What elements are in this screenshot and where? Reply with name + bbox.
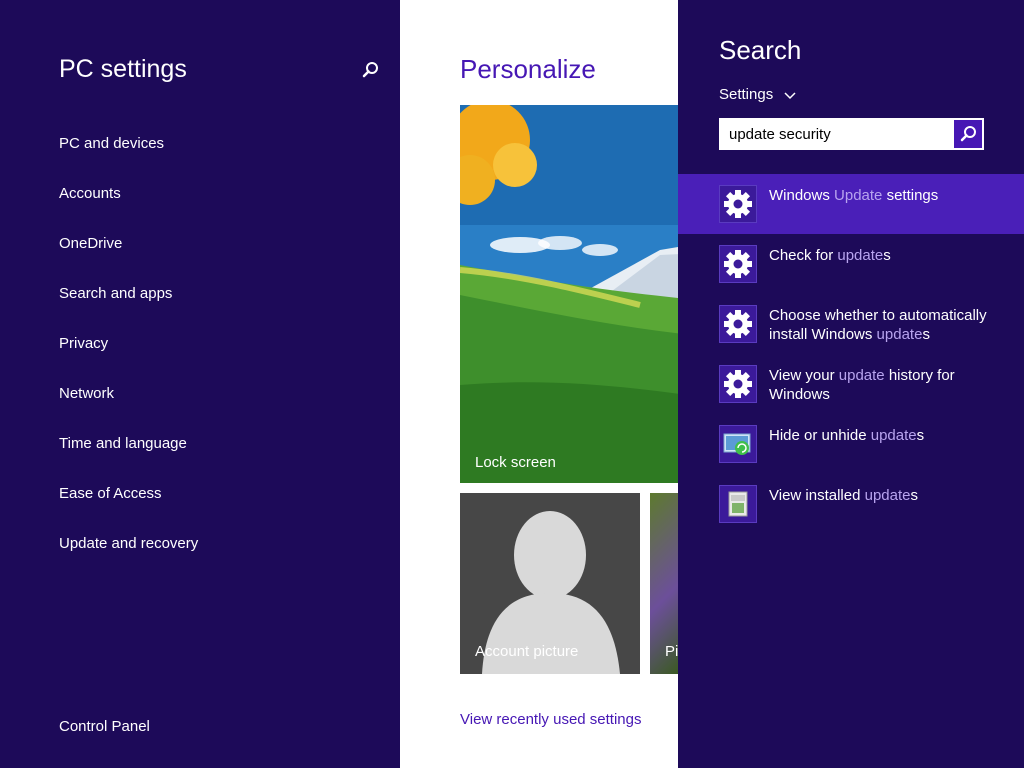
search-result-1[interactable]: Windows Update settings — [678, 174, 1024, 234]
nav-item-onedrive[interactable]: OneDrive — [59, 234, 198, 284]
personalize-page: Personalize Lock screen Account picture — [400, 0, 678, 768]
result-text-match: update — [837, 247, 884, 264]
gear-icon — [719, 185, 757, 223]
result-text-post: s — [883, 247, 891, 264]
search-result-4[interactable]: View your update history for Windows — [678, 354, 1024, 414]
gear-icon — [719, 365, 757, 403]
nav-item-time-and-language[interactable]: Time and language — [59, 434, 198, 484]
result-text-post: s — [922, 326, 930, 343]
search-result-6[interactable]: View installed updates — [678, 474, 1024, 534]
nav-item-update-and-recovery[interactable]: Update and recovery — [59, 534, 198, 584]
search-scope-label: Settings — [719, 86, 774, 103]
nav-item-ease-of-access[interactable]: Ease of Access — [59, 484, 198, 534]
nav-item-accounts[interactable]: Accounts — [59, 184, 198, 234]
nav-title: PC settings — [59, 55, 187, 83]
search-result-2[interactable]: Check for updates — [678, 234, 1024, 294]
search-result-text: Hide or unhide updates — [769, 426, 999, 445]
recent-settings-link[interactable]: View recently used settings — [460, 711, 642, 728]
search-result-3[interactable]: Choose whether to automatically install … — [678, 294, 1024, 354]
picture-password-tile[interactable]: Pi — [650, 493, 678, 674]
result-text-post: s — [910, 487, 919, 504]
account-picture-tile[interactable]: Account picture — [460, 493, 640, 674]
nav-item-network[interactable]: Network — [59, 384, 198, 434]
result-text-match: update — [864, 487, 911, 504]
charm-title: Search — [719, 35, 802, 65]
lock-screen-label: Lock screen — [475, 454, 556, 471]
control-panel-link[interactable]: Control Panel — [59, 718, 150, 735]
lock-screen-image — [460, 105, 678, 483]
gear-icon — [719, 245, 757, 283]
account-picture-label: Account picture — [475, 643, 579, 660]
search-result-5[interactable]: Hide or unhide updates — [678, 414, 1024, 474]
lock-screen-tile[interactable]: Lock screen — [460, 105, 678, 483]
search-result-text: Choose whether to automatically install … — [769, 306, 999, 344]
result-text-pre: Check for — [769, 247, 838, 264]
result-text-match: update — [876, 326, 923, 343]
search-result-text: View installed updates — [769, 486, 999, 505]
gear-icon — [719, 305, 757, 343]
result-text-pre: View installed — [769, 487, 865, 504]
result-text-pre: View your — [769, 367, 839, 384]
search-icon — [960, 126, 976, 142]
result-text-post: settings — [882, 187, 939, 204]
search-submit-button[interactable] — [954, 120, 982, 148]
search-charm: Search Settings Windows Update settings C… — [678, 0, 1024, 768]
result-text-match: Update — [834, 187, 883, 204]
chevron-down-icon — [784, 91, 796, 99]
page-title: Personalize — [460, 54, 596, 84]
search-result-text: Check for updates — [769, 246, 999, 265]
nav-item-privacy[interactable]: Privacy — [59, 334, 198, 384]
result-text-post: s — [916, 427, 925, 444]
search-scope-dropdown[interactable]: Settings — [719, 86, 797, 103]
installed-updates-icon — [719, 485, 757, 523]
nav-list: PC and devices Accounts OneDrive Search … — [59, 134, 198, 584]
nav-item-search-and-apps[interactable]: Search and apps — [59, 284, 198, 334]
result-text-pre: Windows — [769, 187, 835, 204]
search-icon[interactable] — [358, 58, 382, 82]
search-input[interactable] — [720, 119, 952, 149]
search-result-text: Windows Update settings — [769, 186, 999, 205]
nav-item-pc-and-devices[interactable]: PC and devices — [59, 134, 198, 184]
result-text-match: update — [838, 367, 885, 384]
search-result-text: View your update history for Windows — [769, 366, 999, 404]
search-box — [719, 118, 984, 150]
picture-password-label: Pi — [665, 643, 678, 660]
result-text-match: update — [870, 427, 917, 444]
windows-update-icon — [719, 425, 757, 463]
result-text-pre: Hide or unhide — [769, 427, 871, 444]
pc-settings-nav: PC settings PC and devices Accounts OneD… — [0, 0, 400, 768]
